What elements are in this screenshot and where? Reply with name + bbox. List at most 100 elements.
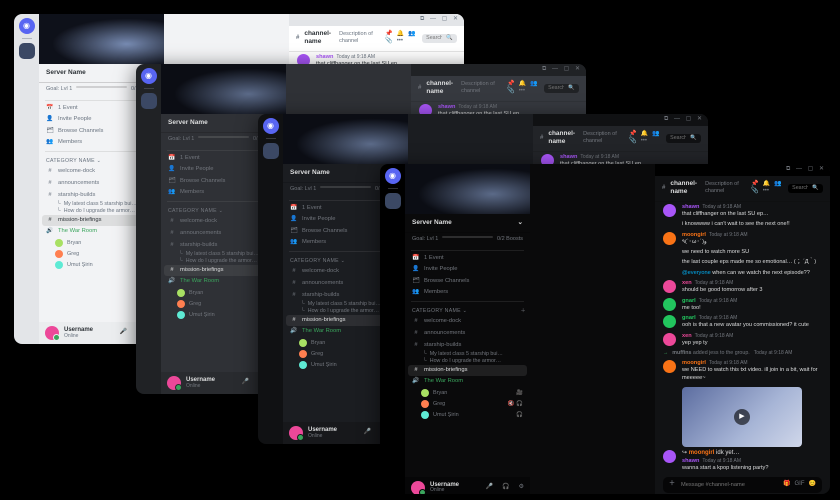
close-button[interactable]: ✕: [819, 166, 824, 172]
quick-action[interactable]: 🗂Browse Channels: [405, 276, 530, 288]
search-box[interactable]: 🔍: [544, 84, 579, 93]
text-channel[interactable]: #welcome-dock: [405, 316, 530, 328]
composer-input[interactable]: [681, 482, 773, 488]
message-author[interactable]: shawn: [560, 154, 577, 160]
avatar[interactable]: [663, 232, 676, 245]
composer-icon[interactable]: 😊: [809, 481, 816, 487]
minimize-button[interactable]: —: [430, 16, 436, 22]
header-tool-icon[interactable]: 📌: [385, 31, 392, 37]
close-button[interactable]: ✕: [697, 116, 702, 122]
header-tool-icon[interactable]: 👥: [408, 31, 415, 37]
header-tool-icon[interactable]: 📌: [751, 181, 758, 187]
maximize-button[interactable]: ▢: [564, 66, 570, 72]
quick-action[interactable]: 👥Members: [405, 287, 530, 299]
header-tool-icon[interactable]: 👥: [530, 81, 537, 87]
quick-action[interactable]: 👤Invite People: [405, 264, 530, 276]
header-tool-icon[interactable]: 🔔: [763, 181, 770, 187]
search-input[interactable]: [426, 35, 442, 41]
home-button[interactable]: ◉: [263, 118, 279, 134]
add-channel-icon[interactable]: ＋: [521, 308, 527, 315]
avatar[interactable]: [663, 204, 676, 217]
header-tool-icon[interactable]: 🔔: [641, 131, 648, 137]
server-avatar[interactable]: [19, 43, 35, 59]
message-author[interactable]: shawn: [316, 54, 333, 60]
header-tool-icon[interactable]: •••: [397, 38, 403, 44]
home-button[interactable]: ◉: [141, 68, 157, 84]
header-tool-icon[interactable]: •••: [519, 88, 525, 94]
server-avatar[interactable]: [141, 93, 157, 109]
message-author[interactable]: moongirl: [682, 232, 706, 238]
message-list[interactable]: shawnToday at 9:18 AMthat cliffhanger on…: [655, 201, 830, 472]
self-action-icon[interactable]: 🎤: [486, 484, 493, 492]
message[interactable]: moongirlToday at 9:18 AMwe NEED to watch…: [663, 360, 822, 382]
message[interactable]: xenToday at 9:18 AMshould be good tomorr…: [663, 280, 822, 295]
video-attachment[interactable]: [682, 387, 802, 447]
header-tool-icon[interactable]: 📌: [629, 131, 636, 137]
search-box[interactable]: 🔍: [788, 184, 823, 193]
header-tool-icon[interactable]: 👥: [774, 181, 781, 187]
self-avatar[interactable]: [167, 376, 181, 390]
message-author[interactable]: gnarl: [682, 298, 696, 304]
message[interactable]: ↪ moongirl idk yet…shawnToday at 9:18 AM…: [663, 450, 822, 472]
composer-icon[interactable]: 🎁: [783, 481, 790, 487]
header-tool-icon[interactable]: 📎: [629, 138, 636, 144]
server-header[interactable]: Server Name ⌄: [405, 214, 530, 232]
header-tool-icon[interactable]: •••: [641, 138, 647, 144]
boost-bar[interactable]: Goal: Lvl 1 0/2 Boosts: [405, 232, 530, 247]
maximize-button[interactable]: ▢: [808, 166, 814, 172]
search-box[interactable]: 🔍: [422, 34, 457, 43]
overlay-icon[interactable]: ⧉: [786, 166, 790, 172]
minimize-button[interactable]: —: [674, 116, 680, 122]
self-action-icon[interactable]: 🎤: [242, 379, 249, 387]
message-author[interactable]: moongirl: [682, 360, 706, 366]
search-input[interactable]: [670, 135, 686, 141]
server-avatar[interactable]: [263, 143, 279, 159]
header-tool-icon[interactable]: 🔔: [397, 31, 404, 37]
avatar[interactable]: [663, 333, 676, 346]
avatar[interactable]: [663, 450, 676, 463]
header-tool-icon[interactable]: 📌: [507, 81, 514, 87]
message[interactable]: moongirlToday at 9:18 AM٩(`･ω･´)و: [663, 232, 822, 247]
avatar[interactable]: [663, 315, 676, 328]
avatar[interactable]: [663, 298, 676, 311]
overlay-icon[interactable]: ⧉: [664, 116, 668, 122]
header-tool-icon[interactable]: 📎: [385, 38, 392, 44]
message-author[interactable]: xen: [682, 280, 692, 286]
message[interactable]: gnarlToday at 9:18 AMooh is that a new a…: [663, 315, 822, 330]
header-tool-icon[interactable]: •••: [763, 188, 769, 194]
self-avatar[interactable]: [45, 326, 59, 340]
voice-user[interactable]: Umut Şirin🎧: [405, 410, 530, 421]
thread-item[interactable]: └My latest class 5 starship bui…: [405, 351, 530, 358]
overlay-icon[interactable]: ⧉: [542, 66, 546, 72]
message-author[interactable]: shawn: [682, 204, 699, 210]
self-action-icon[interactable]: 🎤: [364, 429, 371, 437]
header-tool-icon[interactable]: 📎: [751, 188, 758, 194]
maximize-button[interactable]: ▢: [686, 116, 692, 122]
header-tool-icon[interactable]: 📎: [507, 88, 514, 94]
server-avatar[interactable]: [385, 193, 401, 209]
voice-channel[interactable]: 🔊The War Room: [405, 376, 530, 388]
voice-user[interactable]: Greg🔇 🎧: [405, 399, 530, 410]
text-channel[interactable]: #starship-builds: [405, 340, 530, 352]
message-continuation[interactable]: i knowwww i can't wait to see the next o…: [663, 221, 822, 228]
minimize-button[interactable]: —: [552, 66, 558, 72]
message-continuation[interactable]: the last couple eps made me so emotional…: [663, 259, 822, 266]
home-button[interactable]: ◉: [385, 168, 401, 184]
maximize-button[interactable]: ▢: [442, 16, 448, 22]
message[interactable]: gnarlToday at 9:18 AMme too!: [663, 298, 822, 313]
header-tool-icon[interactable]: 🔔: [519, 81, 526, 87]
voice-user[interactable]: Bryan🎥: [405, 388, 530, 399]
channel-category[interactable]: Category Name ⌄ ＋: [405, 304, 530, 317]
close-button[interactable]: ✕: [453, 16, 458, 22]
self-avatar[interactable]: [411, 481, 425, 494]
self-action-icon[interactable]: ⚙: [519, 484, 524, 492]
reply-context[interactable]: ↪ moongirl idk yet…: [682, 450, 822, 458]
overlay-icon[interactable]: ⧉: [420, 16, 424, 22]
composer-icon[interactable]: GIF: [795, 481, 805, 487]
mention[interactable]: @everyone: [682, 270, 711, 276]
avatar[interactable]: [663, 280, 676, 293]
home-button[interactable]: ◉: [19, 18, 35, 34]
message-author[interactable]: shawn: [682, 458, 699, 464]
thread-item[interactable]: └How do I upgrade the armor…: [405, 358, 530, 365]
avatar[interactable]: [663, 360, 676, 373]
